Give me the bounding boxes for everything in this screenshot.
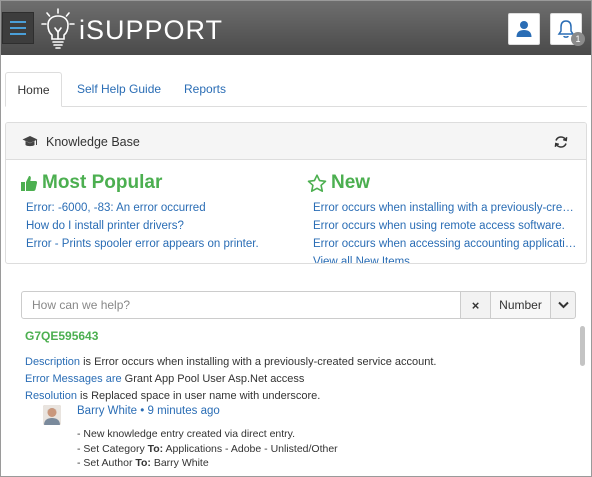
user-photo-icon (43, 405, 61, 425)
result-field-resolution: Resolution is Replaced space in user nam… (25, 388, 575, 405)
notifications-button[interactable]: 1 (550, 13, 585, 46)
search-result: G7QE595643 Description is Error occurs w… (25, 327, 575, 476)
new-list: Error occurs when installing with a prev… (307, 199, 577, 253)
new-item[interactable]: Error occurs when using remote access so… (307, 217, 577, 235)
most-popular-column: Most Popular Error: -6000, -83: An error… (20, 171, 290, 253)
activity-line: - New knowledge entry created via direct… (77, 427, 338, 442)
menu-bar (10, 21, 26, 23)
tab-reports[interactable]: Reports (172, 72, 238, 107)
app-title: iSUPPORT (79, 15, 224, 45)
graduation-cap-icon (22, 136, 38, 147)
panel-title: Knowledge Base (46, 135, 140, 149)
search-mode-dropdown-button[interactable] (550, 291, 576, 319)
activity-line: - Set Category To: Applications - Adobe … (77, 442, 338, 457)
activity-line-value: Barry White (150, 457, 209, 469)
field-conj: are (105, 373, 122, 385)
search-mode-button[interactable]: Number (490, 291, 551, 319)
search-input[interactable] (21, 291, 461, 319)
result-field-error-messages: Error Messages are Grant App Pool User A… (25, 371, 575, 388)
new-heading: New (331, 172, 371, 193)
tab-self-help-guide[interactable]: Self Help Guide (65, 72, 173, 107)
avatar (43, 405, 61, 425)
knowledge-base-panel: Knowledge Base Most Popular Error: -6000… (5, 122, 587, 264)
field-conj: is (83, 356, 92, 368)
popular-item[interactable]: How do I install printer drivers? (20, 217, 290, 235)
new-heading-row: New (307, 171, 577, 195)
close-icon: × (471, 297, 480, 313)
star-icon (307, 173, 327, 192)
field-value: Error occurs when installing with a prev… (94, 356, 437, 368)
user-icon (516, 21, 532, 37)
thumbs-up-icon (21, 176, 38, 191)
new-item[interactable]: Error occurs when accessing accounting a… (307, 235, 577, 253)
results-scrollbar[interactable] (580, 326, 585, 366)
main-tabs: Home Self Help Guide Reports (5, 72, 587, 107)
activity-author-link[interactable]: Barry White (77, 405, 137, 417)
menu-bar (10, 27, 26, 29)
activity-time: 9 minutes ago (147, 405, 220, 417)
menu-bar (10, 33, 26, 35)
field-value: Grant App Pool User Asp.Net access (124, 373, 305, 385)
most-popular-heading: Most Popular (42, 172, 163, 193)
field-key: Resolution (25, 390, 77, 402)
tab-home[interactable]: Home (5, 72, 62, 107)
activity-line-to: To: (147, 442, 164, 455)
popular-list: Error: -6000, -83: An error occurred How… (20, 199, 290, 253)
chevron-down-icon (557, 301, 569, 309)
activity-lines: - New knowledge entry created via direct… (77, 427, 338, 471)
refresh-icon[interactable] (554, 135, 568, 149)
popular-item[interactable]: Error: -6000, -83: An error occurred (20, 199, 290, 217)
new-item[interactable]: Error occurs when installing with a prev… (307, 199, 577, 217)
result-fields: Description is Error occurs when install… (25, 354, 575, 405)
activity-line-text: - New knowledge entry created via direct… (77, 428, 296, 440)
top-header: iSUPPORT 1 (1, 1, 591, 55)
activity-line-value: Applications - Adobe - Unlisted/Other (163, 442, 338, 455)
field-key: Description (25, 356, 81, 368)
panel-header: Knowledge Base (6, 123, 586, 160)
search-bar: × Number (21, 291, 576, 319)
view-all-new-link[interactable]: View all New Items (307, 253, 577, 263)
new-column: New Error occurs when installing with a … (307, 171, 577, 263)
result-id-link[interactable]: G7QE595643 (25, 327, 575, 345)
lightbulb-logo-icon (41, 8, 75, 49)
activity-line-text: - Set Author (77, 457, 136, 469)
activity-header: Barry White • 9 minutes ago (77, 405, 220, 417)
activity-line-to: To: (135, 457, 151, 469)
field-value: Replaced space in user name with undersc… (91, 390, 321, 402)
user-profile-button[interactable] (508, 13, 540, 45)
notification-count-badge: 1 (571, 32, 585, 46)
result-field-description: Description is Error occurs when install… (25, 354, 575, 371)
app-frame: iSUPPORT 1 Home Self Help Guide Reports (0, 0, 592, 477)
field-conj: is (80, 390, 88, 402)
clear-search-button[interactable]: × (460, 291, 491, 319)
activity-line-text: - Set Category (77, 442, 148, 455)
popular-item[interactable]: Error - Prints spooler error appears on … (20, 235, 290, 253)
activity-separator: • (140, 405, 145, 417)
most-popular-heading-row: Most Popular (20, 171, 290, 195)
field-key: Error Messages (25, 373, 103, 385)
activity-line: - Set Author To: Barry White (77, 456, 338, 471)
hamburger-menu-button[interactable] (2, 12, 34, 44)
